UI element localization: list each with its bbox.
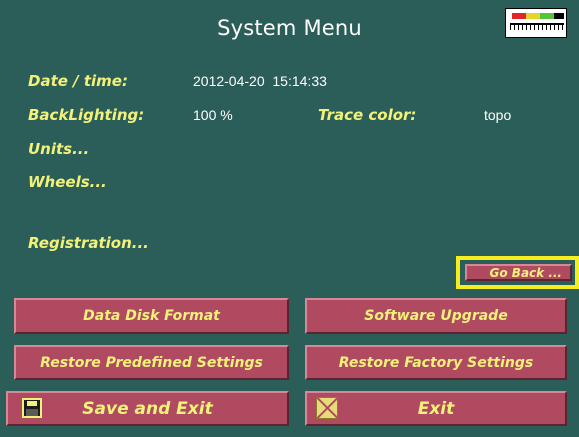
close-x-icon [316, 397, 338, 419]
exit-label: Exit [417, 398, 455, 419]
scale-yellow-segment [526, 13, 540, 19]
color-scale-icon [505, 8, 567, 38]
backlighting-value: 100 % [193, 107, 233, 123]
units-menu-item[interactable]: Units... [28, 140, 89, 158]
restore-factory-settings-button[interactable]: Restore Factory Settings [305, 345, 567, 380]
go-back-highlight: Go Back ... [456, 256, 579, 289]
trace-color-label[interactable]: Trace color: [318, 106, 416, 124]
exit-button[interactable]: Exit [305, 391, 567, 426]
save-and-exit-label: Save and Exit [82, 398, 213, 419]
data-disk-format-button[interactable]: Data Disk Format [14, 298, 289, 334]
scale-red-segment [512, 13, 526, 19]
software-upgrade-button[interactable]: Software Upgrade [305, 298, 567, 334]
registration-menu-item[interactable]: Registration... [28, 234, 149, 252]
floppy-disk-icon [22, 398, 42, 418]
restore-predefined-settings-button[interactable]: Restore Predefined Settings [14, 345, 289, 380]
backlighting-label[interactable]: BackLighting: [28, 106, 144, 124]
date-time-label[interactable]: Date / time: [28, 72, 128, 90]
save-and-exit-button[interactable]: Save and Exit [6, 391, 289, 426]
scale-black-segment [554, 13, 564, 19]
trace-color-value: topo [484, 107, 512, 123]
go-back-button[interactable]: Go Back ... [465, 264, 572, 281]
page-title: System Menu [217, 16, 362, 40]
date-time-value: 2012-04-20 15:14:33 [193, 73, 327, 89]
scale-ticks [510, 25, 564, 30]
scale-green-segment [540, 13, 554, 19]
system-menu-screen: System Menu Date / time: 2012-04-20 15:1… [0, 0, 579, 437]
wheels-menu-item[interactable]: Wheels... [28, 173, 107, 191]
